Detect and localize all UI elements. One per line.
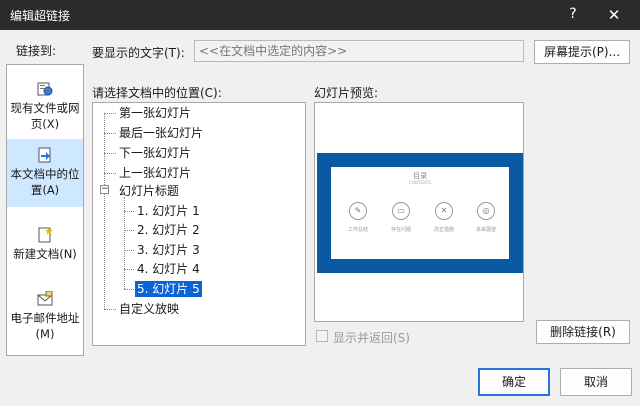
tree-item-previous-slide[interactable]: 上一张幻灯片 (117, 165, 193, 181)
slide-preview-pane: 目录 CONTENTS ✎ ▭ ✕ ◎ 工作总结 存在问题 改正措施 未来展望 (314, 102, 524, 322)
tree-item-slide-1[interactable]: 1. 幻灯片 1 (135, 203, 202, 219)
slide-item-label: 未来展望 (475, 227, 496, 233)
tree-item-first-slide[interactable]: 第一张幻灯片 (117, 105, 193, 121)
slide-item-label: 存在问题 (390, 227, 411, 233)
link-new-document[interactable]: 新建文档(N) (7, 227, 83, 275)
tools-icon: ✕ (435, 202, 453, 220)
slide-subtitle: CONTENTS (409, 180, 431, 185)
help-button[interactable]: ? (563, 4, 583, 24)
email-address-icon (37, 291, 53, 306)
slide-preview-image: 目录 CONTENTS ✎ ▭ ✕ ◎ 工作总结 存在问题 改正措施 未来展望 (317, 153, 523, 273)
link-to-label: 链接到: (16, 44, 57, 58)
select-place-label: 请选择文档中的位置(C): (92, 86, 222, 100)
close-button[interactable]: ✕ (603, 4, 625, 26)
collapse-icon[interactable]: − (100, 185, 109, 194)
tree-item-slide-titles[interactable]: 幻灯片标题 (117, 183, 181, 199)
tree-item-next-slide[interactable]: 下一张幻灯片 (117, 145, 193, 161)
tree-item-slide-5[interactable]: 5. 幻灯片 5 (134, 280, 203, 298)
existing-file-icon (37, 82, 53, 96)
window-title: 编辑超链接 (10, 9, 71, 23)
slide-item-label: 改正措施 (433, 227, 454, 233)
chat-icon: ▭ (392, 202, 410, 220)
tree-item-slide-4[interactable]: 4. 幻灯片 4 (135, 261, 202, 277)
show-and-return-checkbox[interactable] (316, 330, 328, 342)
document-place-tree[interactable]: 第一张幻灯片 最后一张幻灯片 下一张幻灯片 上一张幻灯片 − 幻灯片标题 1. … (92, 102, 306, 346)
tree-item-last-slide[interactable]: 最后一张幻灯片 (117, 125, 205, 141)
tree-item-slide-3[interactable]: 3. 幻灯片 3 (135, 242, 202, 258)
display-text-label: 要显示的文字(T): (92, 46, 185, 60)
slide-item-label: 工作总结 (347, 227, 368, 233)
link-place-in-document[interactable]: 本文档中的位置(A) (7, 139, 83, 207)
display-text-input[interactable] (194, 40, 524, 62)
target-icon: ◎ (477, 202, 495, 220)
link-to-pane: 现有文件或网页(X) 本文档中的位置(A) 新建文档(N) 电子邮件地址(M) (6, 64, 84, 356)
remove-link-button[interactable]: 删除链接(R) (536, 320, 630, 344)
show-and-return-label: 显示并返回(S) (333, 331, 410, 345)
place-in-document-icon (38, 147, 51, 163)
tree-item-slide-2[interactable]: 2. 幻灯片 2 (135, 222, 202, 238)
screentip-button[interactable]: 屏幕提示(P)... (534, 40, 630, 64)
link-existing-file[interactable]: 现有文件或网页(X) (7, 75, 83, 141)
link-place-in-document-label: 本文档中的位置(A) (10, 167, 80, 197)
link-existing-file-label: 现有文件或网页(X) (10, 101, 80, 131)
edit-icon: ✎ (349, 202, 367, 220)
ok-button[interactable]: 确定 (478, 368, 550, 396)
slide-preview-label: 幻灯片预览: (314, 86, 379, 100)
tree-item-custom-show[interactable]: 自定义放映 (117, 301, 181, 317)
link-new-document-label: 新建文档(N) (13, 247, 77, 261)
cancel-button[interactable]: 取消 (560, 368, 632, 396)
link-email-address[interactable]: 电子邮件地址(M) (7, 291, 83, 353)
new-document-icon (38, 227, 53, 243)
title-bar: 编辑超链接 ? ✕ (0, 0, 640, 30)
link-email-address-label: 电子邮件地址(M) (10, 311, 80, 341)
